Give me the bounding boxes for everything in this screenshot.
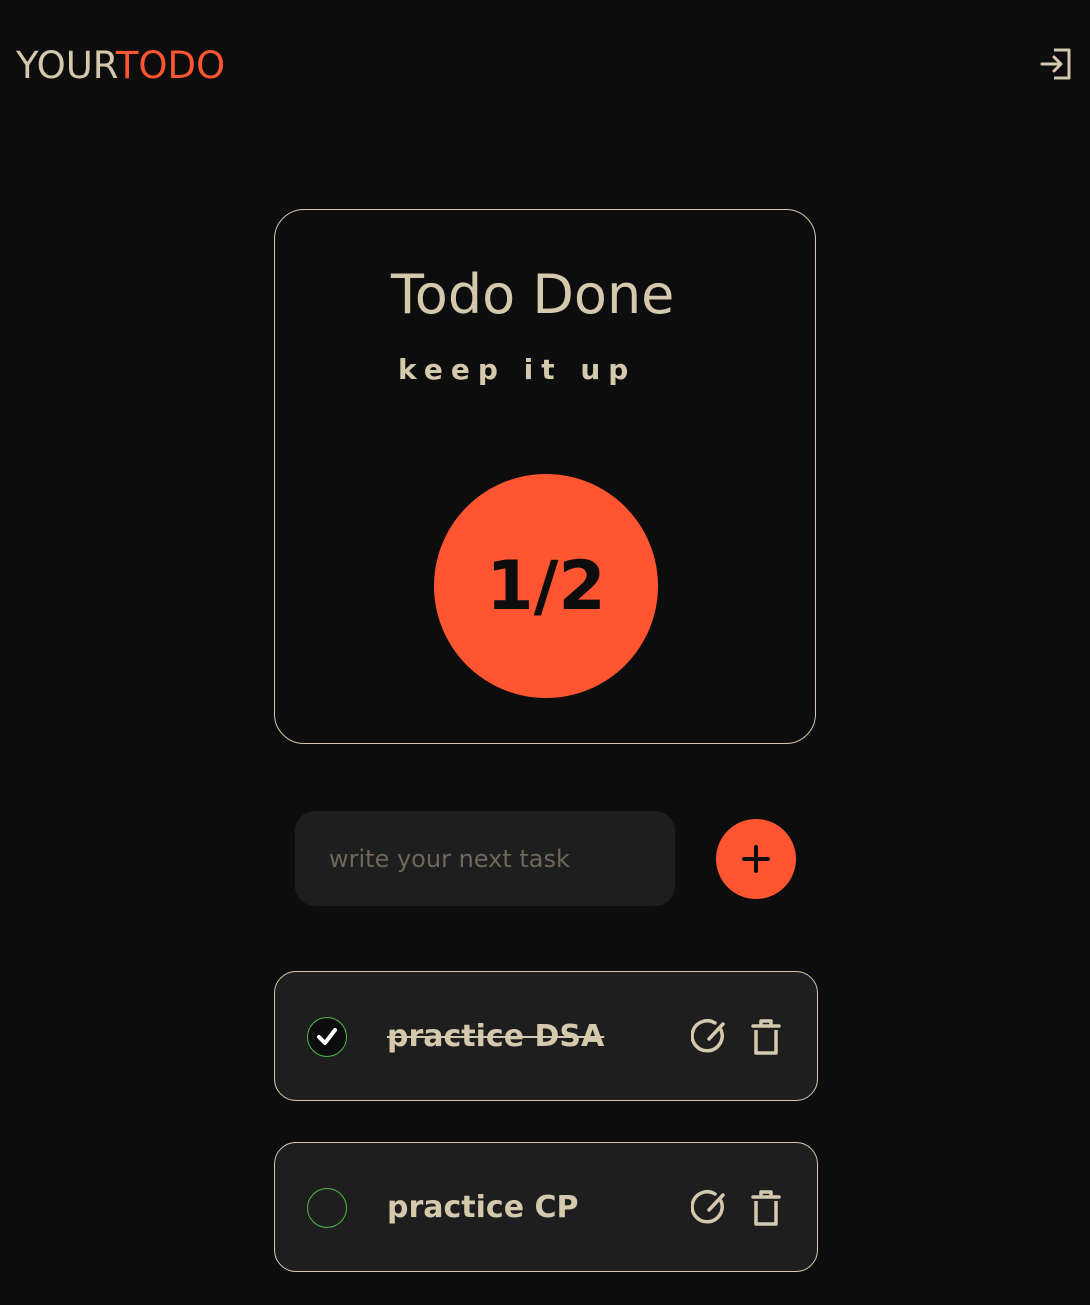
todo-item: practice CP	[274, 1142, 818, 1272]
trash-icon	[751, 1019, 781, 1055]
edit-icon	[690, 1019, 725, 1053]
stats-title: Todo Done	[391, 263, 675, 326]
todo-item: practice DSA	[274, 971, 818, 1101]
stats-card: Todo Done keep it up 1/2	[274, 209, 816, 744]
todo-checkbox[interactable]	[307, 1188, 347, 1228]
todo-text: practice CP	[387, 1190, 579, 1225]
trash-icon	[751, 1190, 781, 1226]
header: YOURTODO	[0, 0, 1090, 130]
todo-checkbox[interactable]	[307, 1017, 347, 1057]
edit-button[interactable]	[690, 1018, 729, 1056]
plus-icon	[742, 845, 770, 873]
logout-button[interactable]	[1038, 46, 1074, 82]
app-logo: YOURTODO	[16, 44, 225, 88]
logo-todo: TODO	[115, 44, 226, 87]
stats-subtitle: keep it up	[398, 353, 637, 386]
edit-icon	[690, 1190, 725, 1224]
progress-circle: 1/2	[434, 474, 658, 698]
todo-text: practice DSA	[387, 1019, 605, 1054]
check-icon	[317, 1028, 337, 1045]
delete-button[interactable]	[749, 1018, 783, 1056]
progress-count: 1/2	[486, 546, 606, 626]
add-task-button[interactable]	[716, 819, 796, 899]
delete-button[interactable]	[749, 1189, 783, 1227]
edit-button[interactable]	[690, 1189, 729, 1227]
task-input[interactable]	[295, 811, 675, 906]
logo-your: YOUR	[16, 44, 116, 87]
logout-icon	[1040, 48, 1071, 80]
